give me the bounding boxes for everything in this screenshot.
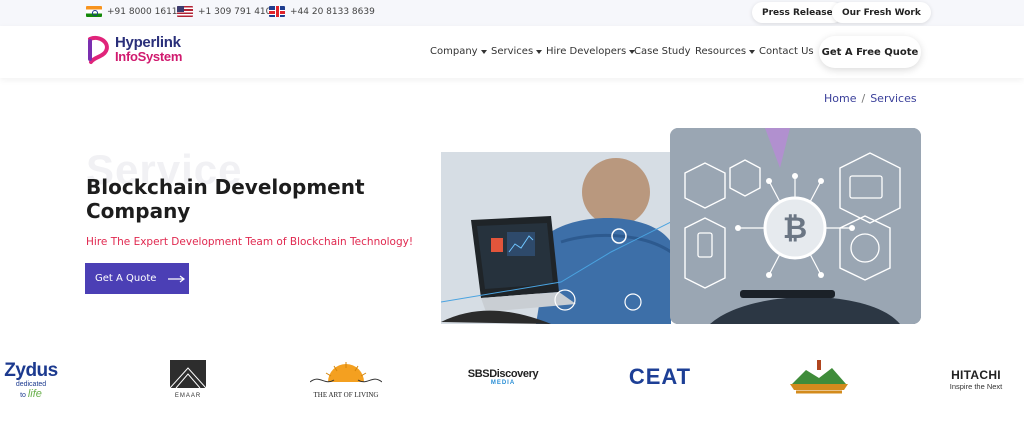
- sbs-line-2: Discovery: [489, 368, 539, 380]
- breadcrumb-home[interactable]: Home: [824, 92, 856, 105]
- svg-text:₿: ₿: [783, 212, 807, 245]
- phone-uk-number: +44 20 8133 8639: [290, 6, 375, 17]
- art-of-living-logo: THE ART OF LIVING: [306, 360, 386, 399]
- logo-line-2: InfoSystem: [115, 49, 183, 64]
- breadcrumb-current: Services: [870, 92, 917, 105]
- sbs-line-3: MEDIA: [490, 380, 516, 386]
- nav-hire-developers[interactable]: Hire Developers: [546, 46, 636, 57]
- sunrise-icon: [309, 362, 383, 383]
- phone-uk[interactable]: +44 20 8133 8639: [269, 6, 375, 17]
- chevron-down-icon: [536, 49, 543, 54]
- fresh-work-button[interactable]: Our Fresh Work: [832, 2, 931, 23]
- top-bar: +91 8000 161161 +1 309 791 4105 +44 20 8…: [0, 0, 1024, 26]
- art-of-living-name: THE ART OF LIVING: [313, 391, 379, 399]
- chevron-down-icon: [480, 49, 487, 54]
- emaar-name: EMAAR: [174, 393, 202, 399]
- logo-mark-icon: [86, 35, 112, 65]
- zydus-tag-2: to: [20, 392, 26, 399]
- page-title: Blockchain Development Company: [86, 175, 365, 223]
- nav-resources-label: Resources: [695, 46, 747, 57]
- emaar-mark-icon: [169, 360, 207, 389]
- get-a-quote-label: Get A Quote: [95, 273, 157, 284]
- hero-subtitle: Hire The Expert Development Team of Bloc…: [86, 236, 414, 248]
- company-logo[interactable]: Hyperlink InfoSystem: [86, 35, 182, 65]
- breadcrumb-separator: /: [861, 92, 866, 105]
- phone-india[interactable]: +91 8000 161161: [86, 6, 189, 17]
- nav-contact-us-label: Contact Us: [759, 46, 814, 57]
- us-flag-icon: [177, 6, 193, 17]
- hitachi-tag: Inspire the Next: [949, 382, 1003, 391]
- ceat-name: CEAT: [628, 364, 692, 389]
- breadcrumb: Home / Services: [824, 92, 917, 105]
- emaar-logo: EMAAR: [166, 360, 210, 399]
- nav-services-label: Services: [491, 46, 534, 57]
- uk-flag-icon: [269, 6, 285, 17]
- nav-company[interactable]: Company: [430, 46, 487, 57]
- zydus-tag-3: life: [27, 388, 42, 400]
- zydus-name: Zydus: [4, 360, 58, 381]
- emblem-seal-icon: [790, 360, 848, 394]
- nav-case-study-label: Case Study: [634, 46, 691, 57]
- sbs-discovery-logo: SBSDiscovery MEDIA: [464, 368, 542, 386]
- hero-image-blockchain: ₿: [670, 128, 921, 324]
- arrow-right-icon: [168, 275, 186, 283]
- get-a-quote-button[interactable]: Get A Quote: [85, 263, 189, 294]
- chevron-down-icon: [749, 49, 756, 54]
- hitachi-name: HITACHI: [951, 368, 1001, 382]
- hitachi-logo: HITACHI Inspire the Next: [940, 368, 1012, 391]
- nav-services[interactable]: Services: [491, 46, 543, 57]
- zydus-tag-1: dedicated: [15, 381, 47, 388]
- press-release-button[interactable]: Press Release: [752, 2, 843, 23]
- hero-image-laptop: [441, 152, 671, 324]
- sbs-line-1: SBS: [467, 368, 490, 380]
- phone-us[interactable]: +1 309 791 4105: [177, 6, 277, 17]
- ceat-logo: CEAT: [626, 364, 694, 390]
- phone-us-number: +1 309 791 4105: [198, 6, 278, 17]
- india-flag-icon: [86, 6, 102, 17]
- nav-resources[interactable]: Resources: [695, 46, 756, 57]
- government-seal-logo: [784, 358, 854, 401]
- nav-contact-us[interactable]: Contact Us: [759, 46, 814, 57]
- nav-company-label: Company: [430, 46, 478, 57]
- logo-line-1: Hyperlink: [115, 34, 181, 51]
- get-free-quote-button[interactable]: Get A Free Quote: [819, 36, 921, 68]
- nav-case-study[interactable]: Case Study: [634, 46, 691, 57]
- nav-hire-developers-label: Hire Developers: [546, 46, 627, 57]
- zydus-logo: Zydus dedicated to life: [0, 360, 62, 400]
- client-logos-strip: Zydus dedicated to life EMAAR THE ART OF…: [0, 352, 1024, 412]
